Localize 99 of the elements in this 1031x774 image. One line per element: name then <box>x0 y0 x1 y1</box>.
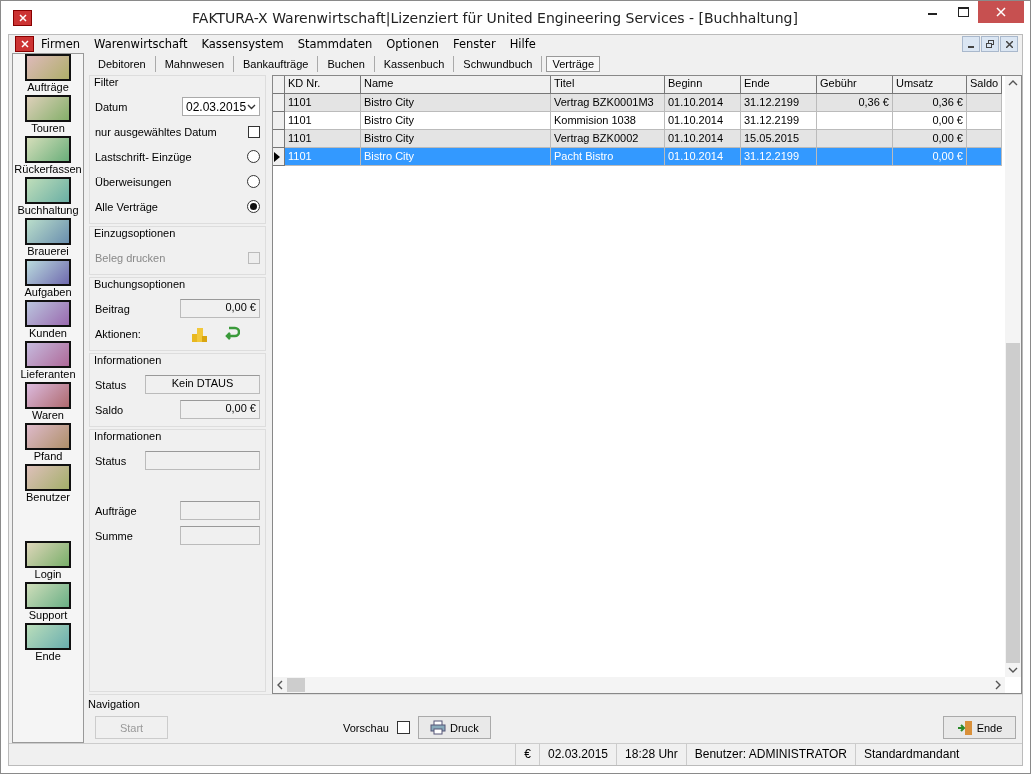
option-label: Beleg drucken <box>95 251 166 264</box>
status-item: 02.03.2015 <box>538 744 617 765</box>
group-title: Informationen <box>94 354 163 368</box>
column-header[interactable]: Saldo <box>967 76 1002 94</box>
window-title: FAKTURA-X Warenwirtschaft|Lizenziert für United Engineering Services - [Buchhaltung] <box>191 9 799 26</box>
table-cell: 0,36 € <box>817 94 893 112</box>
exit-button[interactable]: Ende <box>943 716 1016 739</box>
column-header[interactable]: KD Nr. <box>285 76 361 94</box>
table-cell: 31.12.2199 <box>741 94 817 112</box>
app-icon <box>13 9 32 26</box>
status-item: 18:28 Uhr <box>616 744 686 765</box>
status-item: Standardmandant <box>855 744 1022 765</box>
table-cell: 01.10.2014 <box>665 94 741 112</box>
scroll-thumb[interactable] <box>287 678 305 692</box>
return-arrow-icon[interactable] <box>224 324 240 341</box>
table-cell: Bistro City <box>361 130 551 148</box>
scroll-thumb[interactable] <box>1006 343 1020 663</box>
group-title: Filter <box>94 76 120 90</box>
column-header[interactable]: Titel <box>551 76 665 94</box>
vertical-scrollbar[interactable] <box>1005 76 1021 677</box>
group-title: Informationen <box>94 430 163 444</box>
grid-corner[interactable] <box>273 76 285 94</box>
app-icon[interactable] <box>15 36 34 52</box>
restore-icon[interactable] <box>981 36 999 52</box>
table-cell: 0,36 € <box>893 94 967 112</box>
table-cell: 01.10.2014 <box>665 130 741 148</box>
group-title: Navigation <box>88 698 141 712</box>
row-header[interactable] <box>273 112 285 130</box>
radio-button[interactable] <box>247 175 260 188</box>
menu-item[interactable]: Kassensystem <box>194 37 291 51</box>
table-cell: 01.10.2014 <box>665 148 741 166</box>
table-cell: Pacht Bistro <box>551 148 665 166</box>
field-label: Datum <box>95 100 128 113</box>
tab[interactable]: Bankaufträge <box>234 56 319 72</box>
field-label: Beitrag <box>95 302 130 315</box>
radio-button[interactable] <box>247 150 260 163</box>
checkbox[interactable] <box>248 125 260 138</box>
option-label: nur ausgewähltes Datum <box>95 125 217 138</box>
amount-field[interactable]: 0,00 € <box>180 299 260 318</box>
column-header[interactable]: Name <box>361 76 551 94</box>
tab[interactable]: Buchen <box>318 56 375 72</box>
saldo-field: 0,00 € <box>180 400 260 419</box>
option-label: Alle Verträge <box>95 200 158 213</box>
table-cell: 31.12.2199 <box>741 148 817 166</box>
sidebar-item[interactable]: Rückerfassen <box>14 136 82 175</box>
table-cell: 1101 <box>285 94 361 112</box>
status-item: Benutzer: ADMINISTRATOR <box>685 744 855 765</box>
radio-button[interactable] <box>247 200 260 213</box>
table-cell <box>967 130 1002 148</box>
table-cell: 0,00 € <box>893 148 967 166</box>
table-cell <box>967 94 1002 112</box>
table-cell: 1101 <box>285 130 361 148</box>
option-label: Lastschrift- Einzüge <box>95 150 192 163</box>
menu-item[interactable]: Fenster <box>446 37 503 51</box>
tab[interactable]: Mahnwesen <box>155 56 235 72</box>
field-label: Status <box>95 454 127 467</box>
menu-item[interactable]: Hilfe <box>502 37 543 51</box>
table-cell: Bistro City <box>361 148 551 166</box>
date-field[interactable]: 02.03.2015 <box>182 97 260 116</box>
row-pointer-icon[interactable] <box>273 148 285 166</box>
checkbox[interactable] <box>396 721 410 734</box>
field-label: Summe <box>95 529 133 542</box>
field-label: Status <box>95 378 127 391</box>
row-header[interactable] <box>273 94 285 112</box>
status-field: Kein DTAUS <box>145 375 260 394</box>
minimize-icon[interactable] <box>962 36 980 52</box>
close-icon[interactable] <box>1000 36 1018 52</box>
table-cell: 0,00 € <box>893 130 967 148</box>
exit-door-icon <box>956 719 973 736</box>
table-cell: Vertrag BZK0002 <box>551 130 665 148</box>
column-header[interactable]: Umsatz <box>893 76 967 94</box>
column-header[interactable]: Gebühr <box>817 76 893 94</box>
table-cell: Vertrag BZK0001M3 <box>551 94 665 112</box>
table-cell: Bistro City <box>361 94 551 112</box>
column-header[interactable]: Beginn <box>665 76 741 94</box>
tab[interactable]: Debitoren <box>89 56 156 72</box>
tab[interactable]: Verträge <box>546 56 601 72</box>
field-label: Aufträge <box>95 504 137 517</box>
option-label: Überweisungen <box>95 175 172 188</box>
column-header[interactable]: Ende <box>741 76 817 94</box>
group-title: Buchungsoptionen <box>94 278 187 292</box>
table-cell: 1101 <box>285 148 361 166</box>
status-item: € <box>515 744 539 765</box>
horizontal-scrollbar[interactable] <box>273 677 1005 693</box>
table-cell: 15.05.2015 <box>741 130 817 148</box>
group-title: Einzugsoptionen <box>94 227 177 241</box>
menu-item[interactable]: Firmen <box>34 37 88 51</box>
preview-label: Vorschau <box>343 721 389 734</box>
field-label: Aktionen: <box>95 327 141 340</box>
tab[interactable]: Schwundbuch <box>454 56 543 72</box>
row-header[interactable] <box>273 130 285 148</box>
menu-item[interactable]: Warenwirtschaft <box>87 37 195 51</box>
table-cell <box>967 148 1002 166</box>
field-label: Saldo <box>95 403 124 416</box>
print-button[interactable]: Druck <box>417 716 491 739</box>
menu-item[interactable]: Stammdaten <box>290 37 380 51</box>
tab[interactable]: Kassenbuch <box>374 56 455 72</box>
printer-icon <box>430 720 446 735</box>
menu-item[interactable]: Optionen <box>379 37 446 51</box>
